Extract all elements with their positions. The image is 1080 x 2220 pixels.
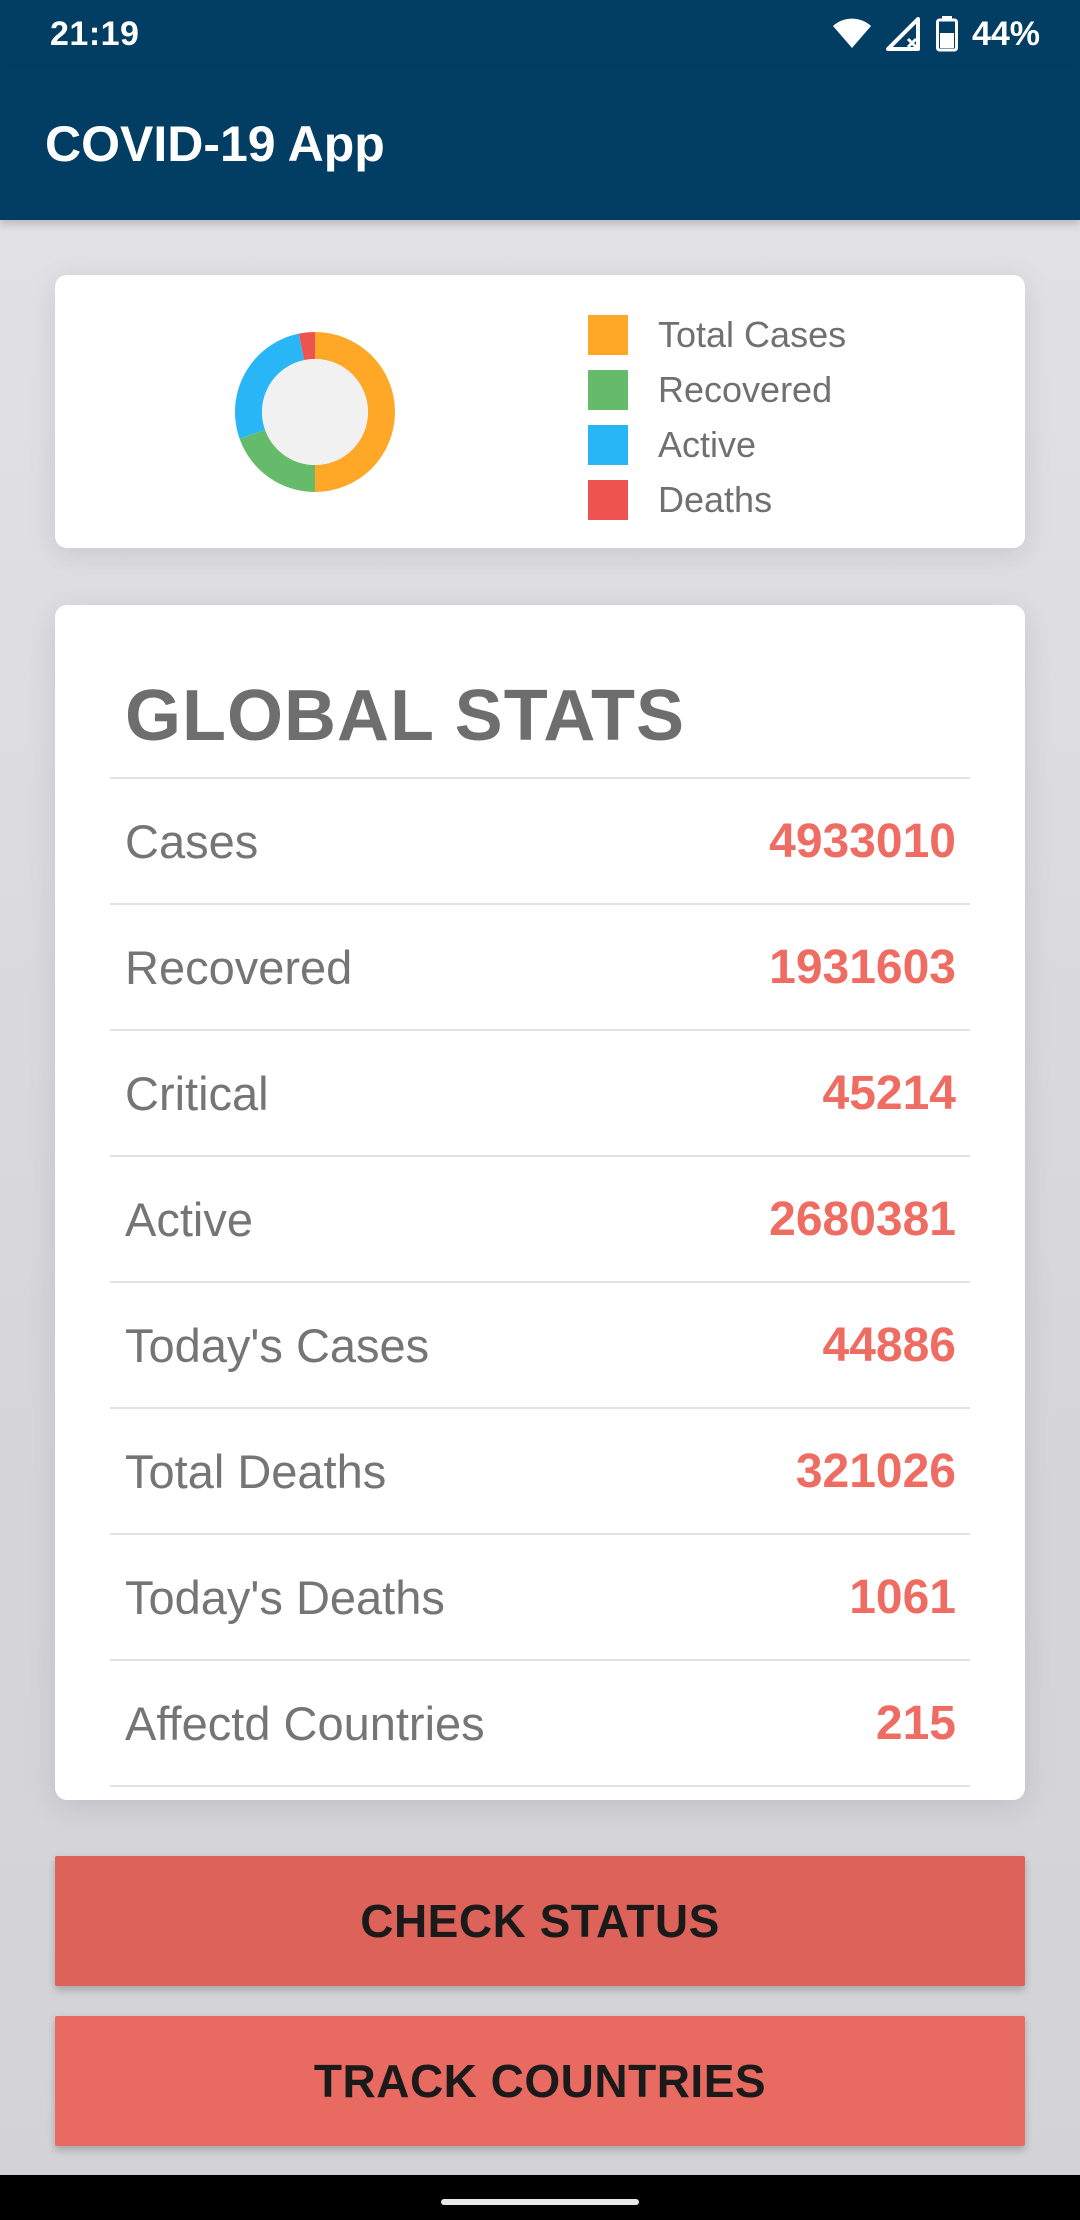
stat-row-todays-deaths: Today's Deaths 1061: [110, 1535, 970, 1661]
home-gesture-handle[interactable]: [441, 2199, 639, 2205]
stat-row-affected-countries: Affectd Countries 215: [110, 1661, 970, 1787]
stat-value: 215: [875, 1696, 956, 1750]
battery-icon: [935, 16, 958, 52]
stat-row-total-deaths: Total Deaths 321026: [110, 1409, 970, 1535]
stat-value: 2680381: [769, 1192, 956, 1246]
legend-label-total-cases: Total Cases: [658, 313, 847, 355]
track-countries-button[interactable]: TRACK COUNTRIES: [55, 2016, 1025, 2146]
legend-item-recovered: Recovered: [588, 362, 846, 417]
app-screen: 21:19 44% COVID-19 App Total Cases Recov…: [0, 0, 1080, 2220]
stat-value: 321026: [795, 1444, 956, 1498]
legend-swatch-active: [588, 424, 628, 465]
legend-swatch-recovered: [588, 369, 628, 410]
stats-list: Cases 4933010 Recovered 1931603 Critical…: [110, 777, 970, 1787]
stat-value: 1061: [849, 1570, 956, 1624]
legend-swatch-deaths: [588, 479, 628, 520]
app-title: COVID-19 App: [45, 116, 385, 172]
stat-label: Today's Cases: [125, 1318, 430, 1372]
signal-icon: [885, 17, 922, 51]
stat-label: Critical: [125, 1066, 269, 1120]
stat-label: Cases: [125, 814, 259, 868]
legend-label-deaths: Deaths: [658, 478, 773, 520]
wifi-icon: [832, 18, 872, 50]
stat-value: 45214: [822, 1066, 956, 1120]
stat-value: 4933010: [769, 814, 956, 868]
donut-center: [262, 359, 368, 465]
legend-item-active: Active: [588, 417, 846, 472]
stat-row-critical: Critical 45214: [110, 1031, 970, 1157]
stat-row-cases: Cases 4933010: [110, 779, 970, 905]
global-stats-title: GLOBAL STATS: [125, 676, 685, 756]
status-time: 21:19: [50, 14, 140, 53]
legend-item-deaths: Deaths: [588, 472, 846, 527]
chart-card: Total Cases Recovered Active Deaths: [55, 275, 1025, 548]
legend-label-recovered: Recovered: [658, 368, 833, 410]
status-icons: 44%: [832, 15, 1040, 54]
battery-percent: 44%: [971, 14, 1040, 53]
chart-legend: Total Cases Recovered Active Deaths: [588, 307, 846, 527]
stat-label: Active: [125, 1192, 253, 1246]
check-status-button[interactable]: CHECK STATUS: [55, 1856, 1025, 1986]
legend-swatch-total-cases: [588, 314, 628, 355]
stat-row-todays-cases: Today's Cases 44886: [110, 1283, 970, 1409]
global-stats-card: GLOBAL STATS Cases 4933010 Recovered 193…: [55, 605, 1025, 1800]
stat-row-active: Active 2680381: [110, 1157, 970, 1283]
donut-chart-svg: [235, 332, 395, 492]
app-bar: COVID-19 App: [0, 68, 1080, 220]
donut-chart[interactable]: [233, 330, 397, 494]
stat-label: Total Deaths: [125, 1444, 387, 1498]
legend-label-active: Active: [658, 423, 757, 465]
stat-value: 1931603: [769, 940, 956, 994]
legend-item-total-cases: Total Cases: [588, 307, 846, 362]
stat-label: Affectd Countries: [125, 1696, 485, 1750]
stat-row-recovered: Recovered 1931603: [110, 905, 970, 1031]
status-bar: 21:19 44%: [0, 0, 1080, 68]
stat-value: 44886: [822, 1318, 956, 1372]
stat-label: Recovered: [125, 940, 353, 994]
navigation-bar: [0, 2175, 1080, 2220]
stat-label: Today's Deaths: [125, 1570, 445, 1624]
